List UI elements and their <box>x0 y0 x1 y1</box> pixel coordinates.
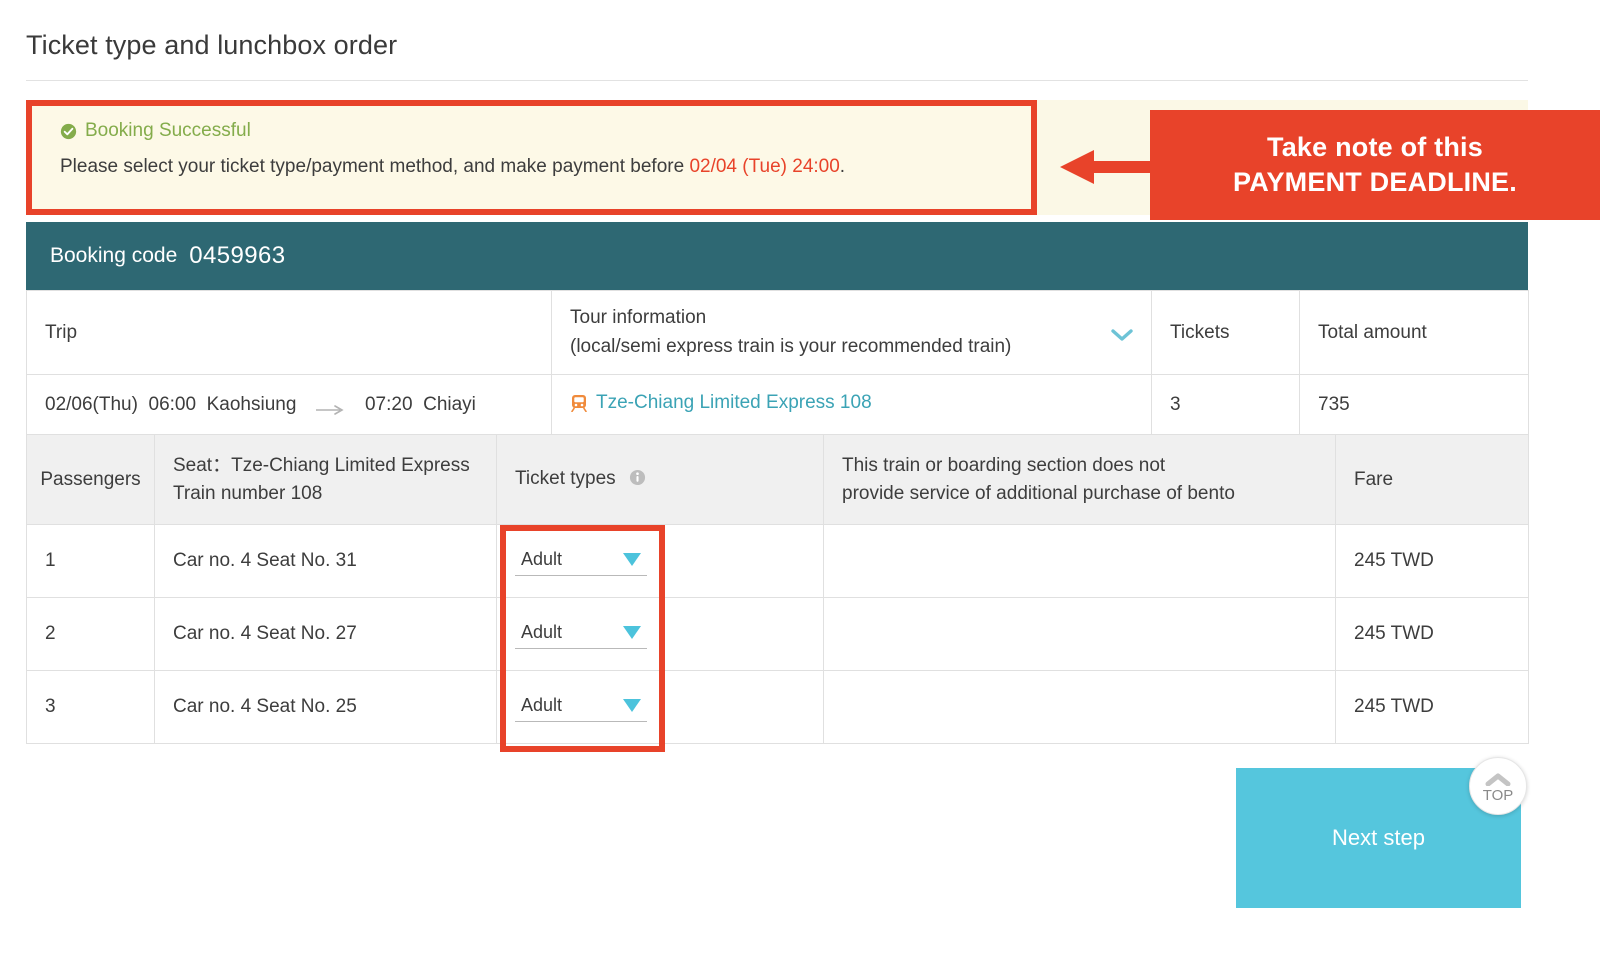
trip-arrive-time: 07:20 <box>365 394 413 415</box>
trip-table-header-row: Trip Tour information (local/semi expres… <box>27 291 1529 375</box>
bento-cell <box>824 598 1336 671</box>
passenger-fare: 245 TWD <box>1336 525 1529 598</box>
trip-destination: Chiayi <box>423 394 476 415</box>
trip-date: 02/06(Thu) <box>45 394 138 415</box>
passenger-number: 3 <box>27 671 155 744</box>
ticket-type-value: Adult <box>521 622 562 643</box>
train-name: Tze-Chiang Limited Express 108 <box>596 392 872 414</box>
triangle-down-icon <box>621 551 643 567</box>
tour-info-line-1: Tour information <box>570 304 1133 333</box>
header-bento-line-2: provide service of additional purchase o… <box>842 480 1317 508</box>
chevron-up-icon <box>1485 773 1511 786</box>
booking-success-notice: Booking Successful Please select your ti… <box>26 100 1037 215</box>
passenger-seat: Car no. 4 Seat No. 27 <box>155 598 497 671</box>
trip-table-data-row: 02/06(Thu) 06:00 Kaohsiung 07:20 Chiayi <box>27 375 1529 435</box>
callout-line-2: PAYMENT DEADLINE. <box>1233 167 1517 198</box>
passenger-ticket-table: Passengers Seat：Tze-Chiang Limited Expre… <box>26 434 1529 744</box>
chevron-down-icon[interactable] <box>1111 326 1133 340</box>
ticket-type-select[interactable]: Adult <box>515 693 647 722</box>
booking-success-line: Booking Successful <box>60 120 251 142</box>
trip-header-total-amount: Total amount <box>1300 291 1529 375</box>
table-row: 2 Car no. 4 Seat No. 27 Adult 245 TWD <box>27 598 1529 671</box>
passenger-table-header-row: Passengers Seat：Tze-Chiang Limited Expre… <box>27 435 1529 525</box>
triangle-down-icon <box>621 697 643 713</box>
bento-cell <box>824 671 1336 744</box>
header-ticket-types-label: Ticket types <box>515 468 616 489</box>
payment-deadline: 02/04 (Tue) 24:00 <box>689 156 839 177</box>
booking-code-value: 0459963 <box>189 242 285 270</box>
bento-cell <box>824 525 1336 598</box>
triangle-down-icon <box>621 624 643 640</box>
passenger-fare: 245 TWD <box>1336 671 1529 744</box>
ticket-type-cell: Adult <box>497 525 824 598</box>
table-row: 1 Car no. 4 Seat No. 31 Adult 245 TWD <box>27 525 1529 598</box>
ticket-type-value: Adult <box>521 695 562 716</box>
header-bento-line-1: This train or boarding section does not <box>842 452 1317 480</box>
train-icon <box>570 394 588 412</box>
scroll-to-top-button[interactable]: TOP <box>1469 757 1527 815</box>
trip-schedule-cell: 02/06(Thu) 06:00 Kaohsiung 07:20 Chiayi <box>27 375 552 435</box>
payment-instruction-suffix: . <box>840 156 845 177</box>
passenger-seat: Car no. 4 Seat No. 25 <box>155 671 497 744</box>
header-ticket-types: Ticket types <box>497 435 824 525</box>
header-bento-notice: This train or boarding section does not … <box>824 435 1336 525</box>
callout-line-1: Take note of this <box>1267 132 1483 163</box>
header-seat-line-2: Train number 108 <box>173 480 478 508</box>
trip-tickets-count: 3 <box>1152 375 1300 435</box>
ticket-type-value: Adult <box>521 549 562 570</box>
passenger-number: 2 <box>27 598 155 671</box>
page-root: Ticket type and lunchbox order Booking S… <box>0 0 1600 964</box>
trip-header-tour-info: Tour information (local/semi express tra… <box>552 291 1152 375</box>
payment-instruction-prefix: Please select your ticket type/payment m… <box>60 156 689 177</box>
trip-summary-table: Trip Tour information (local/semi expres… <box>26 290 1529 435</box>
ticket-type-select[interactable]: Adult <box>515 547 647 576</box>
passenger-number: 1 <box>27 525 155 598</box>
payment-instruction: Please select your ticket type/payment m… <box>60 156 845 178</box>
train-detail-link[interactable]: Tze-Chiang Limited Express 108 <box>570 392 872 414</box>
trip-total-amount: 735 <box>1300 375 1529 435</box>
trip-depart-time: 06:00 <box>149 394 197 415</box>
booking-code-label: Booking code <box>50 244 177 268</box>
trip-header-trip: Trip <box>27 291 552 375</box>
header-seat-line-1: Seat：Tze-Chiang Limited Express <box>173 452 478 480</box>
tour-info-line-2: (local/semi express train is your recomm… <box>570 333 1133 362</box>
scroll-to-top-label: TOP <box>1483 788 1514 803</box>
payment-deadline-callout: Take note of this PAYMENT DEADLINE. <box>1150 110 1600 220</box>
ticket-type-select[interactable]: Adult <box>515 620 647 649</box>
trip-train-cell: Tze-Chiang Limited Express 108 <box>552 375 1152 435</box>
passenger-seat: Car no. 4 Seat No. 31 <box>155 525 497 598</box>
header-seat: Seat：Tze-Chiang Limited Express Train nu… <box>155 435 497 525</box>
trip-origin: Kaohsiung <box>207 394 297 415</box>
trip-header-tickets: Tickets <box>1152 291 1300 375</box>
info-icon[interactable] <box>629 470 646 491</box>
ticket-type-cell: Adult <box>497 598 824 671</box>
ticket-type-cell: Adult <box>497 671 824 744</box>
header-fare: Fare <box>1336 435 1529 525</box>
booking-code-bar: Booking code 0459963 <box>26 222 1528 290</box>
booking-success-text: Booking Successful <box>85 120 251 142</box>
right-arrow-icon <box>316 399 346 409</box>
title-divider <box>26 80 1528 81</box>
header-passengers: Passengers <box>27 435 155 525</box>
left-arrow-icon <box>1060 150 1155 184</box>
page-title: Ticket type and lunchbox order <box>26 30 397 61</box>
passenger-fare: 245 TWD <box>1336 598 1529 671</box>
table-row: 3 Car no. 4 Seat No. 25 Adult 245 TWD <box>27 671 1529 744</box>
check-circle-icon <box>60 123 77 140</box>
